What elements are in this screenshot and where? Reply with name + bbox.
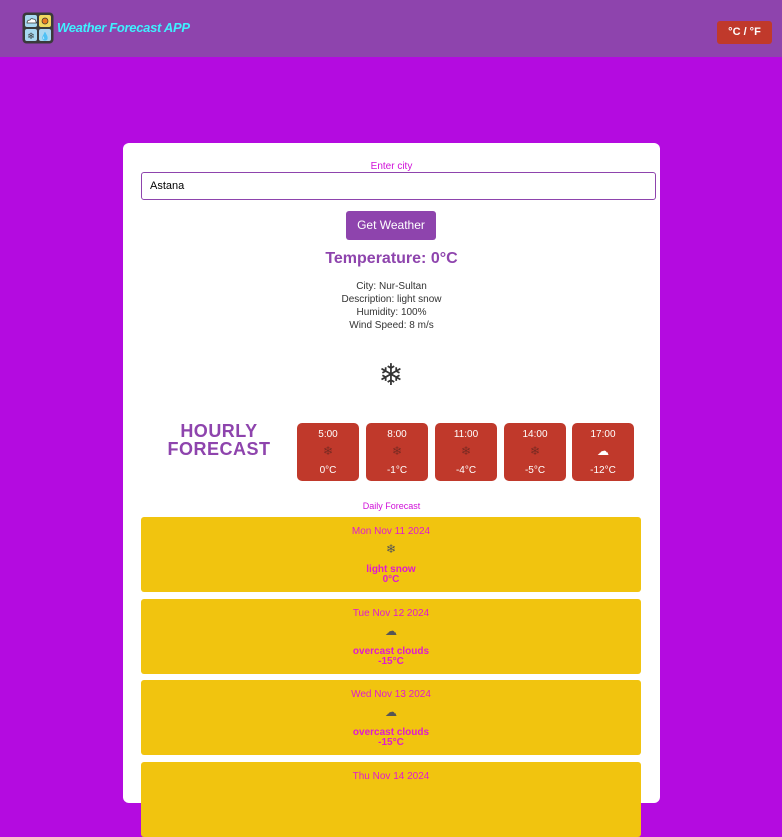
day-date: Tue Nov 12 2024 [352,608,430,619]
day-date: Wed Nov 13 2024 [351,689,431,700]
snowflake-icon: ❄ [378,359,404,392]
svg-text:💧: 💧 [40,31,50,41]
current-city: City: Nur-Sultan [356,281,427,292]
hourly-card: 11:00 ❄ -4°C [435,423,497,481]
hour-time: 14:00 [522,429,548,440]
hourly-card: 17:00 ☁ -12°C [572,423,634,481]
hour-time: 11:00 [453,429,479,440]
hour-temp: -4°C [455,465,477,476]
daily-card: Tue Nov 12 2024 ☁ overcast clouds -15°C [141,599,641,674]
hour-time: 8:00 [387,429,407,440]
app-header: ❄ 💧 Weather Forecast APP °C / °F [0,0,782,57]
day-temp: 0°C [382,574,400,585]
hour-temp: -12°C [590,465,616,476]
day-temp: -15°C [378,737,404,748]
current-wind: Wind Speed: 8 m/s [349,320,434,331]
get-weather-button[interactable]: Get Weather [346,211,436,240]
hour-temp: 0°C [319,465,337,476]
hourly-forecast-title: HOURLY FORECAST [159,422,279,458]
hourly-card: 8:00 ❄ -1°C [366,423,428,481]
snowflake-icon: ❄ [460,444,472,458]
app-title: Weather Forecast APP [57,20,190,35]
hourly-card: 5:00 ❄ 0°C [297,423,359,481]
city-input[interactable]: Astana [141,172,656,200]
daily-card: Wed Nov 13 2024 ☁ overcast clouds -15°C [141,680,641,755]
day-date: Mon Nov 11 2024 [351,526,431,537]
city-label: Enter city [370,161,413,172]
hourly-card: 14:00 ❄ -5°C [504,423,566,481]
snowflake-icon: ❄ [391,444,403,458]
current-humidity: Humidity: 100% [356,307,427,318]
svg-text:❄: ❄ [27,31,35,41]
current-description: Description: light snow [341,294,442,305]
snowflake-icon: ❄ [385,542,397,556]
cloud-icon: ☁ [597,444,609,458]
snowflake-icon: ❄ [322,444,334,458]
hour-time: 5:00 [318,429,338,440]
daily-card: Mon Nov 11 2024 ❄ light snow 0°C [141,517,641,592]
hour-temp: -5°C [524,465,546,476]
current-details: City: Nur-Sultan Description: light snow… [123,280,660,332]
day-date: Thu Nov 14 2024 [352,771,430,782]
cloud-icon: ☁ [385,624,397,638]
hourly-title-line1: HOURLY [180,421,258,441]
daily-card: Thu Nov 14 2024 [141,762,641,837]
daily-forecast-label: Daily Forecast [362,501,421,511]
hourly-title-line2: FORECAST [167,439,271,459]
weather-card: Enter city Astana Get Weather Temperatur… [123,143,660,837]
unit-toggle-button[interactable]: °C / °F [717,21,772,44]
day-temp: -15°C [378,656,404,667]
hour-temp: -1°C [386,465,408,476]
hour-time: 17:00 [590,429,616,440]
snowflake-icon: ❄ [529,444,541,458]
current-temperature: Temperature: 0°C [325,250,458,267]
cloud-icon: ☁ [385,705,397,719]
weather-logo-icon: ❄ 💧 [22,12,54,44]
